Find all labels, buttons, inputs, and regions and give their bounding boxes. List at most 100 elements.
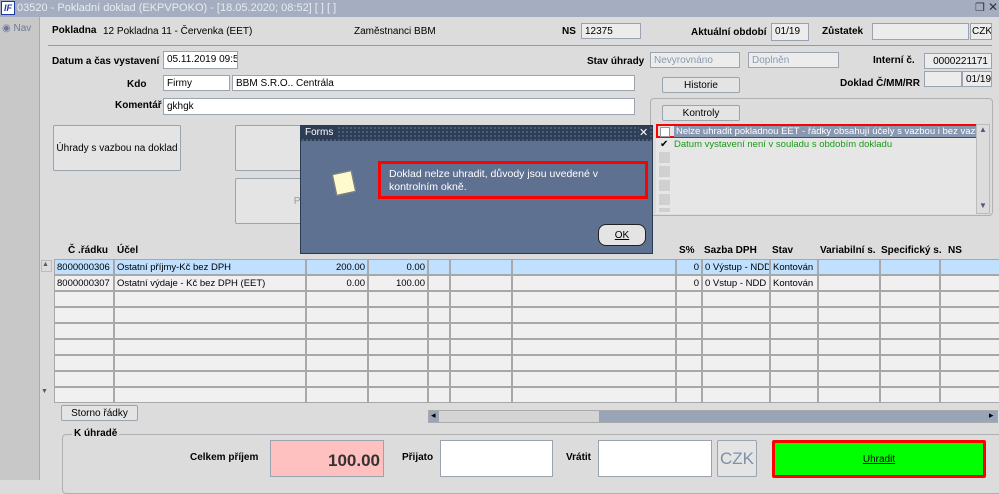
scroll-right-icon[interactable]: ▸ [989,410,994,421]
table-cell[interactable] [512,339,676,355]
datum-field[interactable]: 05.11.2019 09:56 [163,51,238,69]
table-cell[interactable] [512,371,676,387]
table-cell[interactable] [702,323,770,339]
table-cell[interactable] [940,275,999,291]
table-cell[interactable] [114,307,306,323]
table-cell[interactable] [114,291,306,307]
table-cell[interactable] [512,355,676,371]
table-cell[interactable] [306,371,368,387]
table-cell[interactable] [818,323,880,339]
close-icon[interactable]: ✕ [988,0,998,14]
checkbox-checked[interactable]: ✔ [660,140,670,150]
table-cell[interactable] [702,371,770,387]
table-cell[interactable] [428,355,450,371]
table-cell[interactable]: Kontován [770,259,818,275]
table-cell[interactable] [818,307,880,323]
table-cell[interactable] [512,259,676,275]
table-cell[interactable] [940,339,999,355]
table-cell[interactable] [54,307,114,323]
table-cell[interactable] [770,355,818,371]
table-cell[interactable]: 8000000306 [54,259,114,275]
table-cell[interactable] [512,291,676,307]
nav-button[interactable]: ◉ Nav [2,23,31,34]
table-cell[interactable] [512,275,676,291]
table-cell[interactable] [770,307,818,323]
table-cell[interactable] [702,339,770,355]
table-cell[interactable] [880,291,940,307]
table-cell[interactable] [450,355,512,371]
table-cell[interactable]: Kontován [770,275,818,291]
table-cell[interactable] [818,371,880,387]
table-cell[interactable] [880,355,940,371]
storno-button[interactable]: Storno řádky [61,405,138,421]
table-cell[interactable]: 0 [676,259,702,275]
table-cell[interactable]: 0 [676,275,702,291]
table-cell[interactable] [368,323,428,339]
interni-field[interactable]: 0000221171 [924,53,992,69]
table-cell[interactable] [818,387,880,403]
dialog-close-icon[interactable]: ✕ [639,126,649,139]
table-cell[interactable] [770,339,818,355]
uhradit-button[interactable]: Uhradit [772,440,986,478]
table-cell[interactable] [770,371,818,387]
table-cell[interactable] [450,339,512,355]
zustatek-field[interactable] [872,23,969,40]
table-cell[interactable] [450,387,512,403]
table-cell[interactable] [770,387,818,403]
table-cell[interactable] [54,355,114,371]
table-cell[interactable] [428,387,450,403]
table-scroll-down-icon[interactable]: ▼ [41,388,52,400]
table-cell[interactable] [428,323,450,339]
table-cell[interactable]: 8000000307 [54,275,114,291]
ok-button[interactable]: OK [598,224,646,246]
kdo-field[interactable]: BBM S.R.O.. Centrála [232,75,635,91]
table-cell[interactable] [428,291,450,307]
table-cell[interactable] [450,259,512,275]
table-cell[interactable] [818,339,880,355]
table-cell[interactable]: 0 Vstup - NDD [702,275,770,291]
table-cell[interactable] [114,339,306,355]
table-cell[interactable] [940,307,999,323]
table-cell[interactable]: 100.00 [368,275,428,291]
table-cell[interactable]: Ostatní výdaje - Kč bez DPH (EET) [114,275,306,291]
table-cell[interactable] [450,291,512,307]
table-cell[interactable] [702,291,770,307]
scroll-up-icon[interactable]: ▲ [979,125,987,134]
prijato-field[interactable] [440,440,553,477]
scroll-thumb[interactable] [439,411,599,422]
table-cell[interactable] [676,291,702,307]
table-cell[interactable] [940,259,999,275]
table-cell[interactable] [306,307,368,323]
doklad-mmrr-field[interactable]: 01/19 [962,71,992,87]
table-cell[interactable] [818,355,880,371]
table-cell[interactable] [428,259,450,275]
table-cell[interactable] [450,275,512,291]
table-cell[interactable] [512,323,676,339]
table-cell[interactable] [676,339,702,355]
table-cell[interactable] [702,355,770,371]
table-cell[interactable] [450,323,512,339]
check-item[interactable]: ✔ Datum vystavení není v souladu s obdob… [656,138,976,152]
kdo-type-field[interactable]: Firmy [163,75,230,91]
table-cell[interactable] [54,323,114,339]
vratit-field[interactable] [598,440,712,477]
table-cell[interactable] [114,323,306,339]
table-cell[interactable] [880,339,940,355]
table-cell[interactable] [880,323,940,339]
table-cell[interactable] [54,291,114,307]
historie-button[interactable]: Historie [662,77,740,93]
kontroly-button[interactable]: Kontroly [662,105,740,121]
table-cell[interactable]: 0.00 [368,259,428,275]
table-cell[interactable] [512,387,676,403]
table-cell[interactable] [676,371,702,387]
table-cell[interactable] [368,387,428,403]
table-cell[interactable] [940,323,999,339]
table-cell[interactable]: 0.00 [306,275,368,291]
table-cell[interactable] [306,323,368,339]
table-cell[interactable] [428,371,450,387]
table-cell[interactable] [368,355,428,371]
currency-button[interactable]: CZK [717,440,757,477]
komentar-field[interactable]: gkhgk [163,98,635,115]
table-cell[interactable] [428,275,450,291]
table-cell[interactable]: 200.00 [306,259,368,275]
